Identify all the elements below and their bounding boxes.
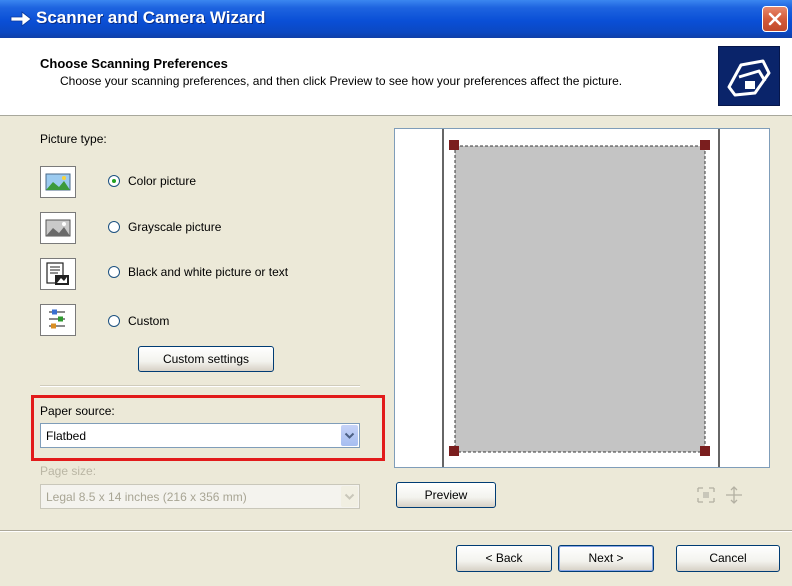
title-bar[interactable]: Scanner and Camera Wizard (0, 0, 792, 38)
scan-preview (442, 129, 720, 467)
picture-type-label: Picture type: (40, 132, 107, 146)
crop-handle-bottom-left[interactable] (449, 446, 459, 456)
zoom-icon[interactable] (724, 486, 744, 504)
preview-button[interactable]: Preview (396, 482, 496, 508)
scanner-wizard-icon (718, 46, 780, 106)
wizard-header: Choose Scanning Preferences Choose your … (0, 38, 792, 116)
next-button[interactable]: Next > (558, 545, 654, 572)
custom-icon[interactable] (40, 304, 76, 336)
black-white-radio[interactable] (108, 266, 120, 278)
footer-divider (0, 530, 792, 532)
crop-handle-bottom-right[interactable] (700, 446, 710, 456)
black-white-label[interactable]: Black and white picture or text (128, 265, 288, 279)
scan-area[interactable] (454, 145, 706, 453)
close-icon (768, 12, 782, 26)
page-size-value: Legal 8.5 x 14 inches (216 x 356 mm) (46, 490, 247, 504)
color-picture-label[interactable]: Color picture (128, 174, 196, 188)
black-white-text-icon[interactable] (40, 258, 76, 290)
paper-source-label: Paper source: (40, 404, 115, 418)
color-picture-radio[interactable] (108, 175, 120, 187)
preview-pane[interactable] (394, 128, 770, 468)
page-size-select: Legal 8.5 x 14 inches (216 x 356 mm) (40, 484, 360, 509)
paper-source-value: Flatbed (46, 429, 87, 443)
header-title: Choose Scanning Preferences (40, 56, 228, 71)
scanner-wizard-window: Scanner and Camera Wizard Choose Scannin… (0, 0, 792, 586)
custom-label[interactable]: Custom (128, 314, 169, 328)
window-title: Scanner and Camera Wizard (36, 8, 266, 27)
crop-handle-top-left[interactable] (449, 140, 459, 150)
paper-source-dropdown-button[interactable] (341, 425, 358, 446)
chevron-down-icon (344, 493, 355, 500)
custom-settings-button[interactable]: Custom settings (138, 346, 274, 372)
header-description: Choose your scanning preferences, and th… (60, 74, 623, 88)
custom-radio[interactable] (108, 315, 120, 327)
section-divider (40, 385, 360, 387)
grayscale-picture-radio[interactable] (108, 221, 120, 233)
chevron-down-icon (344, 432, 355, 439)
paper-source-select[interactable]: Flatbed (40, 423, 360, 448)
crop-fit-icon[interactable] (696, 486, 716, 504)
back-button[interactable]: < Back (456, 545, 552, 572)
grayscale-picture-label[interactable]: Grayscale picture (128, 220, 221, 234)
close-button[interactable] (762, 6, 788, 32)
page-size-label: Page size: (40, 464, 97, 478)
cancel-button[interactable]: Cancel (676, 545, 780, 572)
crop-handle-top-right[interactable] (700, 140, 710, 150)
page-size-dropdown-button (341, 486, 358, 507)
wizard-arrow-icon (10, 11, 32, 27)
grayscale-picture-icon[interactable] (40, 212, 76, 244)
color-picture-icon[interactable] (40, 166, 76, 198)
